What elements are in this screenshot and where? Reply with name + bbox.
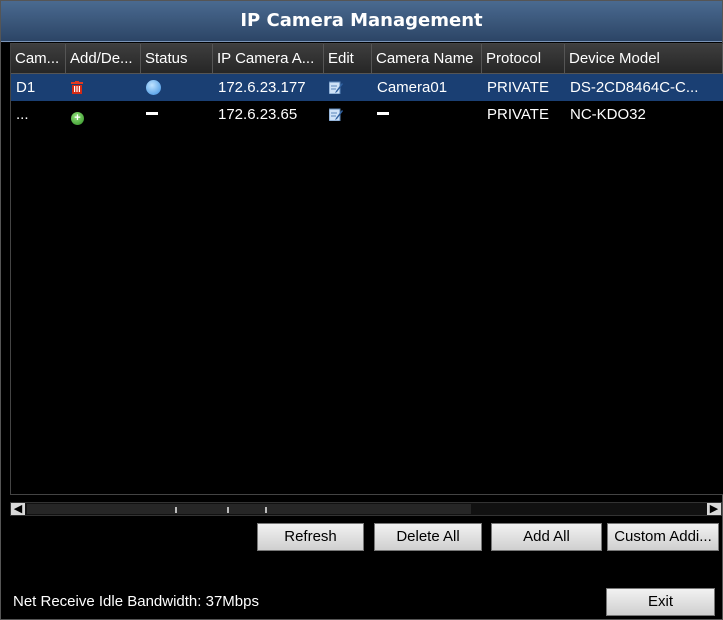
ip-cell: 172.6.23.177	[218, 79, 306, 96]
scroll-left-icon[interactable]: ◀	[11, 503, 25, 515]
camera-cell: ...	[16, 106, 29, 123]
column-header-ip-address[interactable]: IP Camera A...	[213, 44, 324, 73]
edit-icon[interactable]	[328, 103, 343, 122]
add-icon[interactable]: +	[71, 112, 84, 125]
column-header-edit[interactable]: Edit	[324, 44, 372, 73]
column-divider-marker	[175, 507, 177, 513]
title-bar: IP Camera Management	[1, 1, 722, 42]
table-row[interactable]: ... + 172.6.23.65 PRIVATE NC-KDO32	[11, 101, 723, 128]
column-header-add-delete[interactable]: Add/De...	[66, 44, 141, 73]
edit-cell	[324, 74, 372, 101]
column-header-protocol[interactable]: Protocol	[482, 44, 565, 73]
column-divider-marker	[265, 507, 267, 513]
ip-camera-management-window: IP Camera Management Cam... Add/De... St…	[0, 0, 723, 620]
column-divider-marker	[227, 507, 229, 513]
delete-icon[interactable]	[71, 76, 83, 94]
protocol-cell: PRIVATE	[487, 79, 549, 96]
action-cell: +	[66, 101, 141, 128]
device-model-cell: NC-KDO32	[570, 106, 646, 123]
exit-button[interactable]: Exit	[606, 588, 715, 616]
window-title: IP Camera Management	[240, 10, 483, 31]
horizontal-scrollbar[interactable]: ◀ ▶	[10, 502, 722, 516]
add-all-button[interactable]: Add All	[491, 523, 602, 551]
refresh-button[interactable]: Refresh	[257, 523, 364, 551]
delete-all-button[interactable]: Delete All	[374, 523, 482, 551]
scrollbar-thumb[interactable]	[27, 504, 471, 514]
online-status-icon	[146, 80, 161, 95]
column-header-status[interactable]: Status	[141, 44, 213, 73]
camera-table: Cam... Add/De... Status IP Camera A... E…	[10, 43, 723, 495]
dash-icon	[377, 112, 389, 115]
column-header-camera-name[interactable]: Camera Name	[372, 44, 482, 73]
custom-adding-button[interactable]: Custom Addi...	[607, 523, 719, 551]
bandwidth-status: Net Receive Idle Bandwidth: 37Mbps	[13, 593, 259, 610]
camera-name-cell	[372, 101, 482, 128]
action-cell	[66, 74, 141, 101]
edit-cell	[324, 101, 372, 128]
device-model-cell: DS-2CD8464C-C...	[570, 79, 699, 96]
dash-icon	[146, 112, 158, 115]
ip-cell: 172.6.23.65	[218, 106, 298, 123]
column-header-camera[interactable]: Cam...	[11, 44, 66, 73]
camera-cell: D1	[16, 79, 36, 96]
edit-icon[interactable]	[328, 76, 343, 95]
table-header: Cam... Add/De... Status IP Camera A... E…	[11, 44, 723, 74]
camera-name-cell: Camera01	[377, 79, 448, 96]
status-cell	[141, 101, 213, 128]
column-header-device-model[interactable]: Device Model	[565, 44, 723, 73]
scroll-right-icon[interactable]: ▶	[707, 503, 721, 515]
status-cell	[141, 74, 213, 101]
protocol-cell: PRIVATE	[487, 106, 549, 123]
table-row[interactable]: D1 172.6.23.177 Camera01 PRIVATE DS-2CD8…	[11, 74, 723, 101]
